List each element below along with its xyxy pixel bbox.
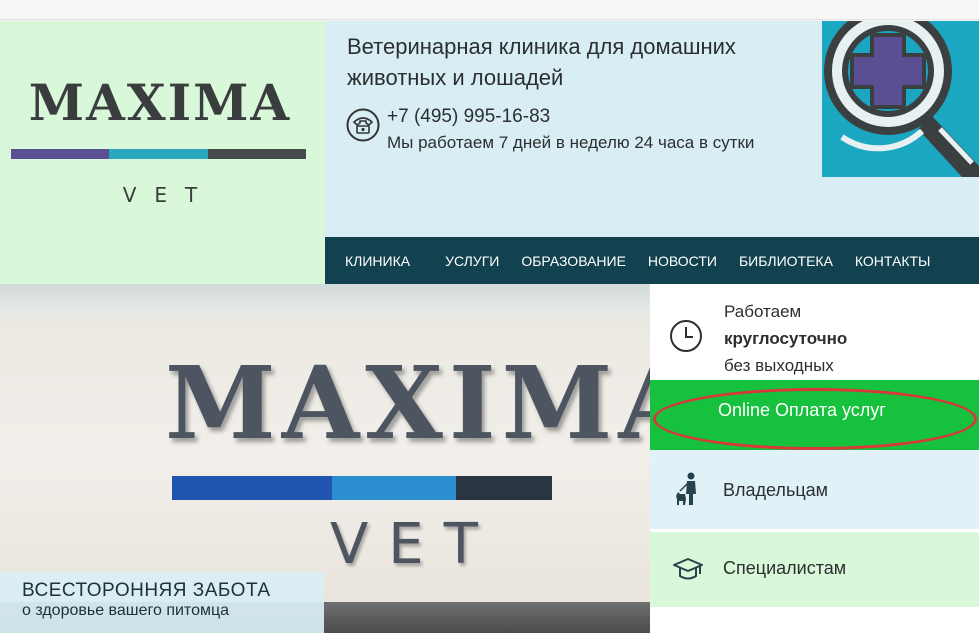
site-logo[interactable]: MAXIMA VET — [0, 21, 325, 284]
nav-item-education[interactable]: ОБРАЗОВАНИЕ — [510, 253, 637, 269]
hero-caption-subtitle: о здоровье вашего питомца — [22, 602, 230, 619]
side-panel: Работаем круглосуточно без выходных Onli… — [650, 284, 979, 633]
nav-item-library[interactable]: БИБЛИОТЕКА — [728, 253, 844, 269]
page: MAXIMA VET Ветеринарная клиника для дома… — [0, 0, 979, 633]
logo-subtitle: VET — [122, 183, 216, 207]
browser-top-strip — [0, 0, 979, 20]
hours-line-1: Работаем — [724, 302, 802, 321]
clock-icon — [670, 320, 702, 352]
hero-caption-title: ВСЕСТОРОННЯЯ ЗАБОТА — [22, 580, 271, 601]
graduation-cap-icon — [673, 558, 703, 580]
hours-line-2: круглосуточно — [724, 329, 848, 348]
person-with-dog-icon — [676, 472, 696, 505]
logo-bar-gray — [208, 149, 306, 159]
phone-number-link[interactable]: +7 (495) 995-16-83 — [387, 106, 550, 128]
hero-sign-subtitle: VET — [330, 512, 498, 577]
owners-link[interactable]: Владельцам — [650, 450, 979, 529]
clinic-tagline: Ветеринарная клиника для домашних животн… — [347, 34, 736, 90]
hero-sign-bar-lightblue — [332, 476, 456, 500]
nav-item-services[interactable]: УСЛУГИ — [434, 253, 510, 269]
online-payment-button[interactable]: Online Оплата услуг — [650, 380, 979, 450]
working-hours-text: Мы работаем 7 дней в неделю 24 часа в су… — [387, 133, 755, 152]
header-info: Ветеринарная клиника для домашних животн… — [325, 21, 979, 237]
nav-item-contacts[interactable]: КОНТАКТЫ — [844, 253, 942, 269]
owners-label: Владельцам — [723, 480, 829, 500]
logo-bar-teal — [109, 149, 208, 159]
hours-block: Работаем круглосуточно без выходных — [650, 284, 979, 380]
highlight-ellipse — [653, 388, 977, 450]
hero-sign-bar-blue — [172, 476, 332, 500]
hero-caption[interactable]: ВСЕСТОРОННЯЯ ЗАБОТА о здоровье вашего пи… — [0, 572, 324, 633]
hero-glass-shelf — [0, 284, 650, 314]
main-nav: КЛИНИКА УСЛУГИ ОБРАЗОВАНИЕ НОВОСТИ БИБЛИ… — [325, 237, 979, 284]
nav-item-clinic[interactable]: КЛИНИКА — [325, 253, 410, 269]
nav-item-news[interactable]: НОВОСТИ — [637, 253, 728, 269]
logo-wordmark: MAXIMA — [28, 73, 292, 132]
side-bottom-spacer — [650, 607, 979, 633]
hero-sign-bar-dark — [456, 476, 552, 500]
medical-cross-magnifier-icon — [822, 21, 979, 177]
logo-bar-purple — [11, 149, 109, 159]
hero-sign-wordmark: MAXIMA — [165, 344, 650, 462]
specialists-link[interactable]: Специалистам — [650, 532, 979, 607]
telephone-icon — [346, 108, 380, 142]
hours-line-3: без выходных — [724, 356, 834, 375]
specialists-label: Специалистам — [723, 558, 847, 578]
